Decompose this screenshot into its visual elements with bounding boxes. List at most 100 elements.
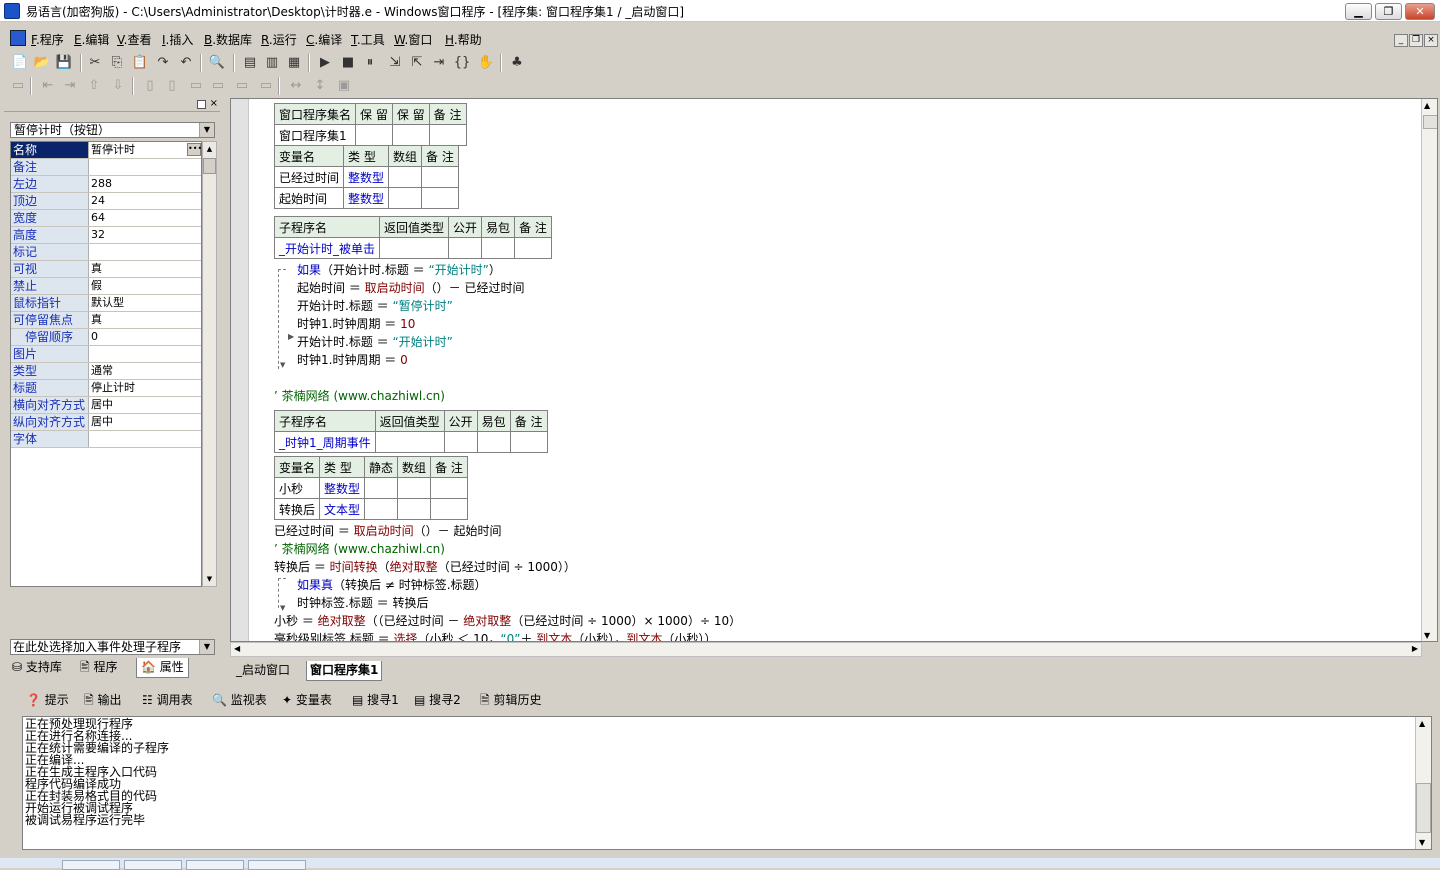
bottom-tab[interactable]: ☷ 调用表: [142, 689, 193, 711]
property-row[interactable]: 停留顺序 0: [11, 329, 201, 346]
restore-button[interactable]: ❐: [1375, 3, 1402, 20]
menu-item[interactable]: H.帮助: [445, 31, 482, 48]
bottom-tab[interactable]: 🖹 输出: [84, 689, 122, 711]
code-line[interactable]: 如果真（转换后 ≠ 时钟标签.标题）: [297, 576, 487, 593]
panel-pin-icon[interactable]: [197, 100, 206, 109]
table-row[interactable]: 已经过时间 整数型: [273, 166, 459, 188]
menu-item[interactable]: W.窗口: [394, 31, 432, 48]
property-row[interactable]: 备注: [11, 159, 201, 176]
property-row[interactable]: 标题 停止计时: [11, 380, 201, 397]
toolbar-button[interactable]: ▣: [334, 77, 354, 95]
property-row[interactable]: 名称 暂停计时 •••: [11, 142, 201, 159]
toolbar-button[interactable]: ⇱: [407, 54, 427, 72]
toolbar-button[interactable]: ▯: [162, 77, 182, 95]
ellipsis-icon[interactable]: •••: [187, 143, 201, 156]
menu-item[interactable]: T.工具: [351, 31, 385, 48]
property-value[interactable]: 假: [91, 278, 102, 294]
chevron-down-icon[interactable]: ▼: [199, 640, 214, 654]
chevron-down-icon[interactable]: ▼: [199, 123, 214, 137]
code-line[interactable]: 起始时间 ＝ 取启动时间（）－ 已经过时间: [297, 279, 524, 296]
menu-item[interactable]: R.运行: [261, 31, 297, 48]
toolbar-button[interactable]: ⇤: [38, 77, 58, 95]
table-row[interactable]: 小秒 整数型: [273, 477, 468, 499]
tab-properties[interactable]: 🏠 属性: [136, 658, 189, 678]
object-select[interactable]: 暂停计时（按钮） ▼: [10, 122, 215, 138]
toolbar-button[interactable]: 📄: [10, 54, 30, 72]
code-line[interactable]: 如果（开始计时.标题 ＝ “开始计时”）: [297, 261, 501, 278]
property-value[interactable]: 64: [91, 210, 105, 226]
minimize-button[interactable]: ▁: [1345, 3, 1372, 20]
toolbar-button[interactable]: ▥: [262, 54, 282, 72]
event-select[interactable]: 在此处选择加入事件处理子程序 ▼: [10, 639, 215, 655]
property-row[interactable]: 图片: [11, 346, 201, 363]
output-scrollbar[interactable]: ▲ ▼: [1415, 717, 1431, 849]
tab-program[interactable]: 🖹 程序: [76, 658, 121, 678]
bottom-tab[interactable]: ✦ 变量表: [282, 689, 332, 711]
toolbar-button[interactable]: ▯: [140, 77, 160, 95]
taskbar-item[interactable]: [62, 860, 120, 870]
menu-item[interactable]: I.插入: [162, 31, 193, 48]
toolbar-button[interactable]: ▭: [8, 77, 28, 95]
property-row[interactable]: 左边 288: [11, 176, 201, 193]
menu-item[interactable]: E.编辑: [74, 31, 109, 48]
code-line[interactable]: 毫秒级别标签.标题 ＝ 选择（小秒 ＜ 10，“0”＋ 到文本（小秒），到文本（…: [274, 630, 716, 641]
property-value[interactable]: 真: [91, 261, 102, 277]
toolbar-button[interactable]: ■: [338, 54, 358, 72]
code-line[interactable]: 小秒 ＝ 绝对取整（（已经过时间 － 绝对取整（已经过时间 ÷ 1000）× 1…: [274, 612, 741, 629]
property-value[interactable]: 居中: [91, 414, 113, 430]
mdi-close-button[interactable]: ×: [1424, 34, 1438, 47]
toolbar-button[interactable]: ↕: [310, 77, 330, 95]
toolbar-button[interactable]: ✂: [85, 54, 105, 72]
close-button[interactable]: ✕: [1405, 3, 1435, 20]
toolbar-button[interactable]: ⏸: [360, 54, 380, 72]
taskbar-item[interactable]: [124, 860, 182, 870]
toolbar-button[interactable]: ↔: [286, 77, 306, 95]
menu-item[interactable]: F.程序: [31, 31, 64, 48]
panel-close-icon[interactable]: ×: [210, 98, 218, 109]
code-line[interactable]: 时钟1.时钟周期 ＝ 10: [297, 315, 415, 332]
property-value[interactable]: 真: [91, 312, 102, 328]
toolbar-button[interactable]: ▭: [208, 77, 228, 95]
toolbar-button[interactable]: ⇥: [429, 54, 449, 72]
property-value[interactable]: 32: [91, 227, 105, 243]
toolbar-button[interactable]: ▭: [186, 77, 206, 95]
property-row[interactable]: 标记: [11, 244, 201, 261]
toolbar-button[interactable]: 💾: [54, 54, 74, 72]
taskbar-item[interactable]: [248, 860, 306, 870]
bottom-tab[interactable]: 🗎 剪辑历史: [480, 689, 542, 711]
bottom-tab[interactable]: ❓ 提示: [26, 689, 69, 711]
toolbar-button[interactable]: 📋: [130, 54, 150, 72]
toolbar-button[interactable]: ⇲: [385, 54, 405, 72]
table-row[interactable]: 起始时间 整数型: [273, 187, 459, 209]
toolbar-button[interactable]: ♣: [507, 54, 527, 72]
property-value[interactable]: 288: [91, 176, 112, 192]
code-line[interactable]: ’ 茶楠网络 (www.chazhiwl.cn): [274, 540, 445, 557]
bottom-tab[interactable]: ▤ 搜寻1: [352, 689, 399, 711]
taskbar-item[interactable]: [186, 860, 244, 870]
code-line[interactable]: 时钟1.时钟周期 ＝ 0: [297, 351, 408, 368]
menu-item[interactable]: C.编译: [306, 31, 342, 48]
property-value[interactable]: 暂停计时: [91, 142, 135, 158]
code-line[interactable]: 开始计时.标题 ＝ “暂停计时”: [297, 297, 453, 314]
tab-support-library[interactable]: ⛁ 支持库: [8, 658, 66, 678]
toolbar-button[interactable]: {}: [452, 54, 472, 72]
toolbar-button[interactable]: ⇥: [60, 77, 80, 95]
toolbar-button[interactable]: 📂: [32, 54, 52, 72]
property-scrollbar[interactable]: ▲ ▼: [202, 141, 217, 587]
property-row[interactable]: 可停留焦点真: [11, 312, 201, 329]
property-row[interactable]: 可视真: [11, 261, 201, 278]
toolbar-button[interactable]: ▶: [315, 54, 335, 72]
property-row[interactable]: 高度 32: [11, 227, 201, 244]
code-line[interactable]: 转换后 ＝ 时间转换（绝对取整（已经过时间 ÷ 1000））: [274, 558, 576, 575]
toolbar-button[interactable]: ▦: [284, 54, 304, 72]
editor-vscrollbar[interactable]: ▲ ▼: [1421, 99, 1437, 641]
property-row[interactable]: 禁止假: [11, 278, 201, 295]
toolbar-button[interactable]: ⎘: [107, 54, 127, 72]
code-line[interactable]: 时钟标签.标题 ＝ 转换后: [297, 594, 428, 611]
mdi-minimize-button[interactable]: _: [1394, 34, 1408, 47]
toolbar-button[interactable]: 🔍: [207, 54, 227, 72]
tab-startup-window[interactable]: _启动窗口: [233, 661, 293, 681]
toolbar-button[interactable]: ⇩: [108, 77, 128, 95]
toolbar-button[interactable]: ▭: [256, 77, 276, 95]
property-row[interactable]: 纵向对齐方式 居中: [11, 414, 201, 431]
